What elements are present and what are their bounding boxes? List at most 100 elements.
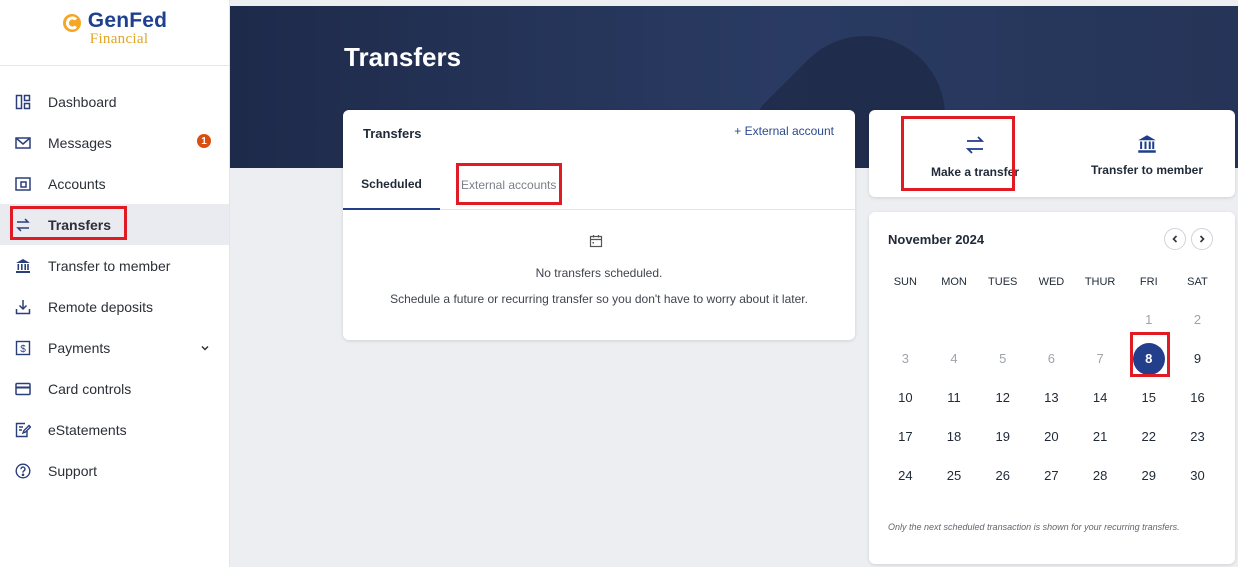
- sidebar-item-label: Transfer to member: [48, 257, 171, 274]
- calendar-day: 3: [901, 351, 909, 366]
- calendar-day[interactable]: 10: [881, 390, 930, 405]
- sidebar-item-label: Accounts: [48, 175, 106, 192]
- calendar-card: November 2024 SUN MON TUES WED THUR FRI …: [869, 212, 1235, 564]
- calendar-day[interactable]: 11: [930, 390, 979, 405]
- sidebar-item-payments[interactable]: $ Payments: [0, 327, 229, 368]
- sidebar-nav: Dashboard Messages 1 Accounts Transfers: [0, 81, 229, 491]
- weekday-label: TUES: [988, 276, 1018, 288]
- mail-icon: [14, 134, 32, 152]
- svg-text:$: $: [20, 344, 26, 355]
- calendar-day[interactable]: 12: [978, 390, 1027, 405]
- chevron-left-icon: [1172, 235, 1178, 243]
- weekday-label: FRI: [1139, 276, 1158, 288]
- calendar-day-selected-label: 8: [1132, 342, 1165, 375]
- calendar-day: 2: [1193, 312, 1202, 327]
- empty-state-message: Schedule a future or recurring transfer …: [390, 292, 808, 306]
- calendar-day[interactable]: 26: [978, 468, 1027, 483]
- transfers-tabs: Scheduled External accounts: [343, 159, 855, 210]
- sidebar-item-label: Card controls: [48, 380, 132, 397]
- sidebar-item-estatements[interactable]: eStatements: [0, 409, 229, 450]
- calendar-day[interactable]: 27: [1027, 468, 1076, 483]
- weekday-label: MON: [941, 276, 967, 288]
- sidebar-item-label: Remote deposits: [48, 298, 154, 315]
- calendar-week-row: 3 4 5 6 7 8 9: [881, 339, 1222, 378]
- tab-external-accounts[interactable]: External accounts: [461, 159, 556, 210]
- calendar-day[interactable]: 22: [1124, 429, 1173, 444]
- transfers-card-title: Transfers: [363, 126, 422, 141]
- dollar-icon: $: [14, 339, 32, 357]
- tab-scheduled[interactable]: Scheduled: [343, 159, 440, 210]
- calendar-day: 4: [950, 351, 958, 366]
- sidebar-item-label: Messages: [48, 134, 112, 151]
- unread-badge: 1: [197, 134, 211, 148]
- transfer-to-member-label: Transfer to member: [1090, 163, 1204, 177]
- make-transfer-button[interactable]: Make a transfer: [905, 110, 1045, 197]
- sidebar-item-dashboard[interactable]: Dashboard: [0, 81, 229, 122]
- help-circle-icon: [14, 462, 32, 480]
- sidebar-item-label: Support: [48, 462, 98, 479]
- calendar-day: 6: [1047, 351, 1056, 366]
- logo-mark-icon: [62, 14, 81, 32]
- calendar-icon: [589, 234, 603, 251]
- calendar-day[interactable]: 19: [978, 429, 1027, 444]
- calendar-week-row: 17 18 19 20 21 22 23: [881, 417, 1222, 456]
- sidebar-item-transfers[interactable]: Transfers: [0, 204, 229, 245]
- calendar-day[interactable]: 9: [1173, 351, 1222, 366]
- sidebar-item-card-controls[interactable]: Card controls: [0, 368, 229, 409]
- empty-state-title: No transfers scheduled.: [535, 266, 663, 280]
- brand-logo[interactable]: GenFed Financial: [0, 0, 229, 66]
- previous-month-button[interactable]: [1164, 228, 1186, 250]
- weekday-label: SUN: [893, 276, 917, 288]
- calendar-day[interactable]: 14: [1076, 390, 1125, 405]
- calendar-day[interactable]: 29: [1124, 468, 1173, 483]
- transfer-arrows-icon: [14, 216, 32, 234]
- sidebar-item-label: Payments: [48, 339, 111, 356]
- calendar-day[interactable]: 28: [1076, 468, 1125, 483]
- add-external-account-link[interactable]: + External account: [734, 124, 834, 138]
- make-transfer-label: Make a transfer: [930, 165, 1020, 179]
- chevron-down-icon[interactable]: [200, 340, 210, 356]
- sidebar-item-accounts[interactable]: Accounts: [0, 163, 229, 204]
- calendar-day-selected[interactable]: 8: [1124, 342, 1173, 375]
- transfer-to-member-button[interactable]: Transfer to member: [1075, 110, 1219, 197]
- brand-subtitle: Financial: [89, 31, 149, 47]
- dashboard-icon: [14, 93, 32, 111]
- sidebar-item-transfer-to-member[interactable]: Transfer to member: [0, 245, 229, 286]
- sidebar-item-messages[interactable]: Messages 1: [0, 122, 229, 163]
- chevron-right-icon: [1199, 235, 1205, 243]
- accounts-icon: [14, 175, 32, 193]
- sidebar-item-remote-deposits[interactable]: Remote deposits: [0, 286, 229, 327]
- calendar-day[interactable]: 24: [881, 468, 930, 483]
- calendar-day[interactable]: 21: [1076, 429, 1125, 444]
- calendar-day[interactable]: 17: [881, 429, 930, 444]
- calendar-day[interactable]: 30: [1173, 468, 1222, 483]
- calendar-grid: SUN MON TUES WED THUR FRI SAT 1 2 3 4 5 …: [881, 276, 1222, 495]
- page-title: Transfers: [344, 42, 462, 72]
- bank-icon: [1137, 134, 1157, 157]
- brand-name: GenFed: [87, 9, 168, 32]
- calendar-day[interactable]: 15: [1124, 390, 1173, 405]
- sidebar-item-label: Dashboard: [48, 93, 117, 110]
- bank-icon: [14, 257, 32, 275]
- credit-card-icon: [14, 380, 32, 398]
- edit-document-icon: [14, 421, 32, 439]
- calendar-day[interactable]: 18: [930, 429, 979, 444]
- calendar-day[interactable]: 13: [1027, 390, 1076, 405]
- calendar-day[interactable]: 25: [930, 468, 979, 483]
- sidebar-item-support[interactable]: Support: [0, 450, 229, 491]
- calendar-week-row: 24 25 26 27 28 29 30: [881, 456, 1222, 495]
- sidebar-item-label: eStatements: [48, 421, 127, 438]
- transfers-card: Transfers + External account Scheduled E…: [343, 110, 855, 340]
- calendar-day[interactable]: 20: [1027, 429, 1076, 444]
- weekday-label: SAT: [1187, 276, 1208, 288]
- weekday-label: WED: [1038, 276, 1065, 288]
- download-tray-icon: [14, 298, 32, 316]
- calendar-month-title: November 2024: [888, 232, 985, 247]
- calendar-day[interactable]: 16: [1173, 390, 1222, 405]
- calendar-day: 5: [999, 351, 1007, 366]
- calendar-day[interactable]: 23: [1173, 429, 1222, 444]
- transfer-arrows-icon: [964, 134, 986, 159]
- next-month-button[interactable]: [1191, 228, 1213, 250]
- sidebar-item-label: Transfers: [48, 216, 112, 233]
- calendar-day: 7: [1096, 351, 1104, 366]
